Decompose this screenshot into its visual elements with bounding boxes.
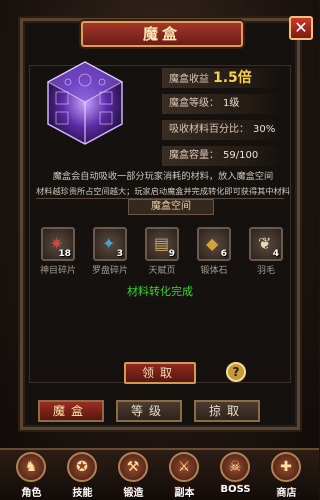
nav-item[interactable]: ⚔ 副本: [161, 450, 208, 500]
nav-item-label: 锻造: [123, 488, 144, 499]
income-label: 魔盒收益: [169, 74, 209, 85]
skill-icon: ✪: [67, 452, 97, 482]
absorb-label: 吸收材料百分比：: [169, 124, 249, 135]
magic-box-space: 魔盒空间 ✷ 18 神目碎片 ✦ 3 罗盘碎片 ▤ 9 天赋页 ◆ 6 锻体石 ❦ 4 羽毛 材料转化完成: [36, 198, 284, 346]
nav-item-label: BOSS: [220, 484, 251, 495]
nav-item[interactable]: ✪ 技能: [59, 450, 106, 500]
window-title: 魔盒: [81, 21, 243, 47]
capacity-stat: 魔盒容量： 59/100: [162, 146, 284, 166]
shop-icon: ✚: [271, 452, 301, 482]
material-slot[interactable]: ▤ 9: [145, 227, 179, 261]
boss-icon: ☠: [220, 452, 250, 482]
material-name: 罗盘碎片: [91, 266, 128, 276]
nav-item-label: 副本: [174, 488, 195, 499]
level-label: 魔盒等级：: [169, 98, 219, 109]
description-line-2: 材料越珍贵所占空间越大；玩家启动魔盒并完成转化即可获得其中材料: [36, 186, 290, 196]
compass-shard-icon: ✦: [102, 234, 116, 253]
talent-page-icon: ▤: [154, 234, 170, 253]
material-count: 6: [220, 249, 227, 259]
income-value: 1.5倍: [213, 70, 252, 86]
description-line-1: 魔盒会自动吸收一部分玩家消耗的材料，放入魔盒空间: [52, 171, 274, 182]
material-slot[interactable]: ✷ 18: [41, 227, 75, 261]
material-count: 18: [58, 249, 71, 259]
nav-item-label: 角色: [21, 488, 42, 499]
tab-plunder[interactable]: 掠取: [194, 400, 260, 422]
magic-cube-image: [30, 52, 140, 162]
material-count: 9: [168, 249, 175, 259]
character-icon: ♞: [16, 452, 46, 482]
material-count: 3: [116, 249, 123, 259]
dungeon-icon: ⚔: [169, 452, 199, 482]
description: 魔盒会自动吸收一部分玩家消耗的材料，放入魔盒空间 材料越珍贵所占空间越大；玩家启…: [36, 170, 290, 198]
forging-stone-icon: ◆: [206, 234, 219, 253]
material-name: 神目碎片: [39, 266, 76, 276]
level-value: 1级: [223, 98, 240, 109]
nav-item-label: 技能: [72, 488, 93, 499]
tab-magic-box[interactable]: 魔盒: [38, 400, 104, 422]
space-title: 魔盒空间: [128, 199, 214, 215]
material-slot[interactable]: ❦ 4: [249, 227, 283, 261]
forge-icon: ⚒: [118, 452, 148, 482]
absorb-value: 30%: [253, 124, 276, 135]
close-button[interactable]: ✕: [289, 16, 313, 40]
nav-item[interactable]: ☠ BOSS: [212, 450, 259, 500]
material-slot[interactable]: ✦ 3: [93, 227, 127, 261]
material-name: 锻体石: [200, 266, 228, 276]
feather-icon: ❦: [258, 234, 272, 253]
tab-level[interactable]: 等级: [116, 400, 182, 422]
nav-item[interactable]: ♞ 角色: [8, 450, 55, 500]
material-name: 羽毛: [256, 266, 275, 276]
nav-item[interactable]: ✚ 商店: [263, 450, 310, 500]
capacity-value: 59/100: [223, 150, 259, 161]
conversion-status: 材料转化完成: [127, 285, 193, 298]
nav-item-label: 商店: [276, 488, 297, 499]
claim-button[interactable]: 领取: [124, 362, 196, 384]
cube-icon: [46, 61, 124, 145]
absorb-stat: 吸收材料百分比： 30%: [162, 120, 284, 140]
capacity-label: 魔盒容量：: [169, 150, 219, 161]
bottom-nav: ♞ 角色 ✪ 技能 ⚒ 锻造 ⚔ 副本 ☠ BOSS ✚ 商店: [0, 448, 319, 500]
level-stat: 魔盒等级： 1级: [162, 94, 284, 114]
material-count: 4: [272, 249, 279, 259]
material-slot[interactable]: ◆ 6: [197, 227, 231, 261]
material-name: 天赋页: [148, 266, 176, 276]
income-stat: 魔盒收益 1.5倍: [162, 68, 284, 88]
help-button[interactable]: ?: [226, 362, 246, 382]
nav-item[interactable]: ⚒ 锻造: [110, 450, 157, 500]
